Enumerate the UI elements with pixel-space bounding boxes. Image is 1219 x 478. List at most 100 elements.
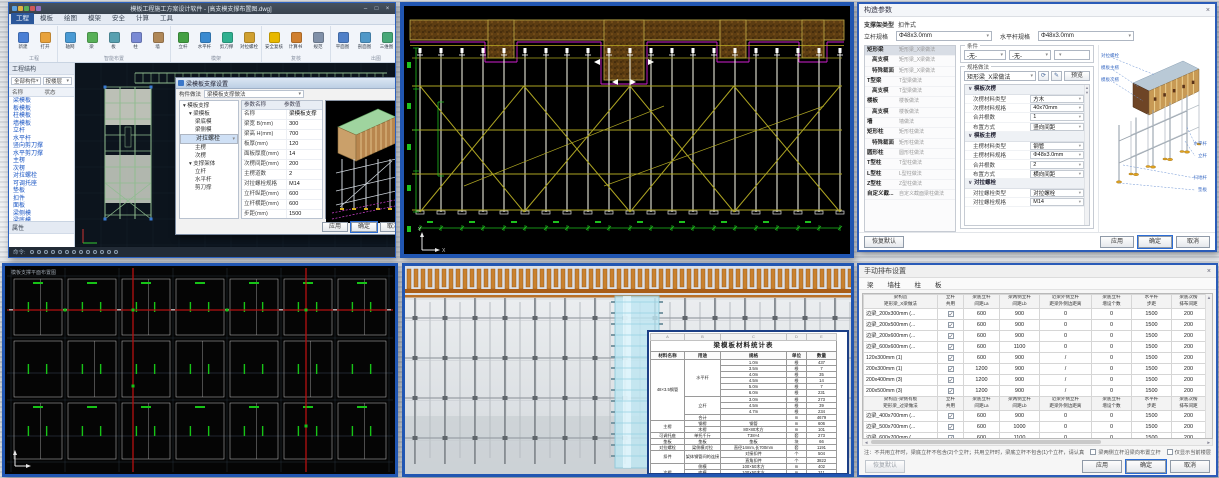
layer-item[interactable]: 水平剪刀撑 [9, 151, 74, 159]
sidebar-filter-2[interactable]: 按楼层 [43, 77, 73, 85]
sidebar-filter-1[interactable]: 全部构件 [11, 77, 41, 85]
qat-icon[interactable] [24, 6, 29, 11]
ribbon-tab-6[interactable]: 计算 [131, 13, 154, 24]
member-row[interactable]: 圆形柱圆形柱做法 [865, 149, 955, 159]
property-row[interactable]: 主楞材料类型钢管 [965, 142, 1089, 151]
table-row[interactable]: 边梁_500x700mm (...60010000015002002 [864, 422, 1214, 433]
table-row[interactable]: 边梁_200x600mm (...6009000015002002 [864, 331, 1214, 342]
status-toggle-icon[interactable] [100, 250, 104, 254]
window-controls[interactable]: –□× [361, 6, 392, 12]
drawing-mode-icons[interactable] [30, 250, 118, 254]
close-icon[interactable]: × [1206, 7, 1210, 14]
ribbon-button[interactable]: 剪刀撑 [217, 32, 237, 50]
ribbon-button[interactable]: 水平杆 [195, 32, 215, 50]
parameter-row[interactable]: 梁高 H(mm)700 [242, 130, 322, 140]
condition-value-field[interactable] [1054, 50, 1090, 60]
save-icon[interactable]: ✎ [1051, 71, 1062, 81]
status-toggle-icon[interactable] [44, 250, 48, 254]
property-row[interactable]: 次楞材料规格40x70mm [965, 104, 1089, 113]
checkbox[interactable] [948, 311, 954, 317]
checkbox[interactable] [948, 322, 954, 328]
property-section-header[interactable]: 对拉螺栓 [965, 179, 1089, 189]
ribbon-button[interactable]: 安全复核 [264, 32, 284, 50]
preview-3d[interactable] [325, 100, 395, 219]
close-icon[interactable]: × [1207, 268, 1211, 275]
ribbon-button[interactable]: 计算书 [286, 32, 306, 50]
tree-item[interactable]: ▾ 支撑架体 [180, 160, 238, 168]
member-row[interactable]: 矩形梁矩形梁_X梁做法 [865, 46, 955, 56]
condition-select-2[interactable]: -无- [1009, 50, 1051, 60]
ribbon-button[interactable]: 剖面图 [355, 32, 375, 50]
parameter-row[interactable]: 步距(mm)1500 [242, 210, 322, 219]
member-row[interactable]: 自定义截...自定义截面梁柱做法 [865, 190, 955, 200]
status-toggle-icon[interactable] [72, 250, 76, 254]
scroll-thumb[interactable] [871, 440, 1101, 444]
maximize-button[interactable]: □ [372, 6, 381, 12]
member-row[interactable]: 墙墙做法 [865, 118, 955, 128]
checkbox[interactable] [948, 377, 954, 383]
member-row[interactable]: Z型柱Z型柱做法 [865, 180, 955, 190]
status-toggle-icon[interactable] [37, 250, 41, 254]
ribbon-button[interactable]: 规范 [308, 32, 328, 50]
cancel-button[interactable]: 取消 [1170, 460, 1210, 473]
table-row[interactable]: 120x300mm (1)600900/015002002 [864, 353, 1214, 364]
close-button[interactable]: × [383, 6, 392, 12]
scrollbar[interactable]: ▲ [1205, 294, 1212, 438]
member-row[interactable]: 高支模楼板做法 [865, 108, 955, 118]
apply-button[interactable]: 应用 [1082, 460, 1122, 473]
apply-button[interactable]: 应用 [322, 222, 348, 232]
restore-default-button[interactable]: 恢复默认 [864, 236, 904, 248]
layer-item[interactable]: 主楞 [9, 158, 74, 166]
ok-button[interactable]: 确定 [351, 222, 377, 232]
checkbox-1[interactable]: 梁两侧立杆沿梁向布置立杆 [1090, 449, 1160, 456]
member-row[interactable]: 高支模T型梁做法 [865, 87, 955, 97]
pole-spec-select[interactable]: Φ48x3.0mm [896, 31, 992, 41]
parameter-row[interactable]: 主楞道数2 [242, 170, 322, 180]
spec-combobox[interactable]: 矩形梁_X梁做法 [964, 71, 1036, 81]
menu-item[interactable]: 墙柱 [888, 279, 901, 289]
parameter-row[interactable]: 立杆横距(mm)600 [242, 200, 322, 210]
ribbon-button[interactable]: 墙 [148, 32, 168, 50]
layer-item[interactable]: 可调托座 [9, 181, 74, 189]
property-section-header[interactable]: 模板次楞 [965, 85, 1089, 95]
qat-icon[interactable] [12, 6, 17, 11]
table-row[interactable]: 200x500mm (3)1200900/015002002 [864, 386, 1214, 397]
ribbon-button[interactable]: 梁 [82, 32, 102, 50]
condition-select-1[interactable]: -无- [964, 50, 1006, 60]
cad-section-view[interactable]: XY [400, 2, 854, 258]
ribbon-button[interactable]: 轴网 [60, 32, 80, 50]
method-combobox[interactable]: 梁模板支撑做法 [204, 90, 304, 98]
member-row[interactable]: L型柱L型柱做法 [865, 170, 955, 180]
layer-item[interactable]: 板模板 [9, 106, 74, 114]
menu-item[interactable]: 板 [935, 279, 942, 289]
status-toggle-icon[interactable] [107, 250, 111, 254]
tree-item[interactable]: 梁底模 [180, 118, 238, 126]
parameter-row[interactable]: 名称梁模板支撑 [242, 110, 322, 120]
table-row[interactable]: 200x400mm (3)1200900/015002002 [864, 375, 1214, 386]
restore-default-button[interactable]: 恢复默认 [865, 460, 905, 473]
horizontal-scrollbar[interactable]: ◄ ► [862, 439, 1213, 446]
ok-button[interactable]: 确定 [1126, 460, 1166, 473]
checkbox[interactable] [948, 388, 954, 394]
checkbox[interactable] [948, 366, 954, 372]
status-toggle-icon[interactable] [51, 250, 55, 254]
layer-item[interactable]: 扣件 [9, 196, 74, 204]
quick-access-toolbar[interactable] [12, 6, 41, 11]
table-row[interactable]: 边梁_600x600mm (...60011000015002002 [864, 342, 1214, 353]
ribbon-button[interactable]: 板 [104, 32, 124, 50]
tree-item[interactable]: 对拉螺栓 [180, 134, 238, 144]
property-row[interactable]: 合并根数1 [965, 113, 1089, 122]
menu-item[interactable]: 柱 [915, 279, 922, 289]
refresh-icon[interactable]: ⟳ [1038, 71, 1049, 81]
property-row[interactable]: 布置方式横向间距 [965, 170, 1089, 179]
member-row[interactable]: 特殊截面矩形柱做法 [865, 139, 955, 149]
checkbox[interactable] [948, 333, 954, 339]
tree-item[interactable]: 次楞 [180, 152, 238, 160]
table-row[interactable]: 边梁_400x700mm (...6009000015002002 [864, 411, 1214, 422]
cad-plan-view[interactable]: 模板支撑平面布置图 [2, 263, 398, 477]
property-row[interactable]: 对拉螺栓规格M14 [965, 198, 1089, 207]
property-row[interactable]: 布置方式竖向间距 [965, 123, 1089, 132]
checkbox-2[interactable]: 仅显示当前楼层 [1167, 449, 1211, 456]
status-toggle-icon[interactable] [79, 250, 83, 254]
layer-item[interactable]: 水平杆 [9, 136, 74, 144]
